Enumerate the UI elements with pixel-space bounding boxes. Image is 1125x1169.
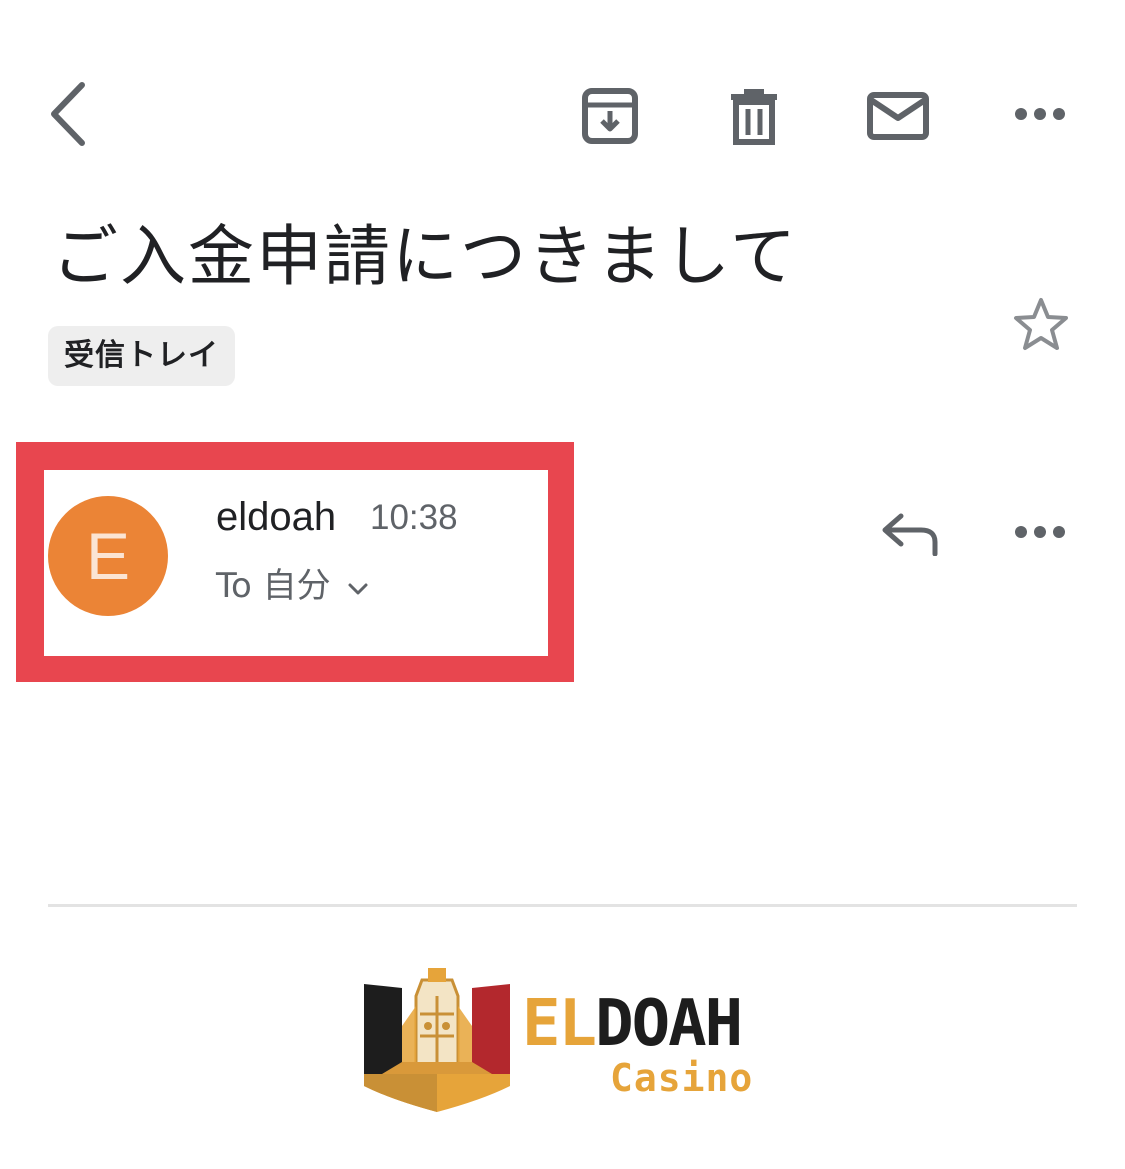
eldoah-casino-logo: ELDOAH Casino [362,966,772,1116]
star-button[interactable] [1008,292,1074,358]
mail-icon [867,92,929,140]
email-view: ご入金申請につきまして 受信トレイ E eldoah 10:38 To 自分 E… [0,0,1125,1169]
recipient-label: To 自分 [216,566,331,606]
mark-unread-button[interactable] [858,80,938,152]
back-button[interactable] [36,76,100,152]
reply-button[interactable] [876,504,944,564]
trash-icon [731,89,777,145]
more-horizontal-icon [1015,526,1065,538]
more-options-button[interactable] [1004,88,1076,140]
email-subject: ご入金申請につきまして [52,218,799,295]
archive-icon [582,88,638,144]
sent-time: 10:38 [370,498,458,537]
logo-word-el: EL [522,987,597,1061]
chevron-down-icon [348,583,368,595]
message-more-button[interactable] [1004,506,1076,558]
logo-wordmark: ELDOAH [522,992,743,1056]
sender-avatar[interactable]: E [48,496,168,616]
avatar-letter: E [85,519,131,593]
delete-button[interactable] [716,80,792,152]
more-horizontal-icon [1015,108,1065,120]
logo-word-doah: DOAH [595,987,743,1061]
chevron-left-icon [51,82,85,146]
star-icon [1014,298,1068,350]
sender-name: eldoah [216,495,337,539]
logo-subtitle: Casino [610,1056,754,1100]
inbox-label-chip[interactable]: 受信トレイ [48,326,235,386]
archive-button[interactable] [572,80,648,152]
reply-icon [882,513,938,556]
body-divider [48,904,1077,907]
castle-shield-emblem [364,968,510,1112]
recipient-details-toggle[interactable]: To 自分 [216,564,369,608]
